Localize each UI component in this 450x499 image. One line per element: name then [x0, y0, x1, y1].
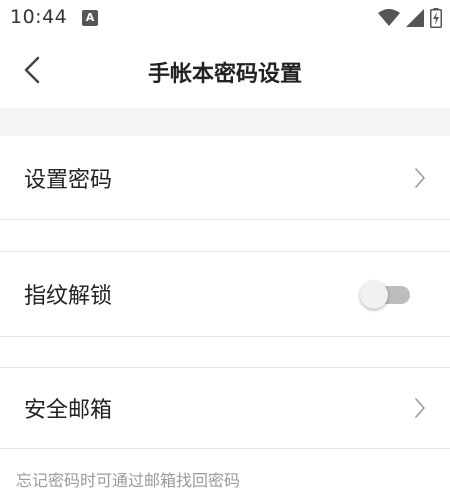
- fingerprint-unlock-row: 指纹解锁: [0, 252, 450, 336]
- section-gap: [0, 337, 450, 367]
- chevron-right-icon: [412, 396, 428, 420]
- status-time: 10:44: [10, 6, 68, 28]
- divider: [0, 448, 450, 449]
- email-hint-text: 忘记密码时可通过邮箱找回密码: [16, 471, 241, 490]
- set-password-row[interactable]: 设置密码: [0, 136, 450, 220]
- fingerprint-unlock-toggle[interactable]: [360, 279, 410, 309]
- battery-charging-icon: [430, 8, 442, 28]
- toggle-thumb: [360, 281, 388, 309]
- fingerprint-unlock-label: 指纹解锁: [24, 284, 113, 309]
- section-gap: [0, 220, 450, 251]
- security-email-row[interactable]: 安全邮箱: [0, 368, 450, 448]
- set-password-label: 设置密码: [24, 168, 113, 193]
- status-bar: 10:44 A: [0, 0, 450, 36]
- status-icons: [378, 8, 442, 28]
- notification-app-icon: A: [82, 10, 98, 26]
- section-gap: [0, 108, 450, 136]
- wifi-icon: [378, 9, 400, 26]
- signal-icon: [406, 9, 424, 27]
- chevron-right-icon: [412, 166, 428, 190]
- app-bar: 手帐本密码设置: [0, 36, 450, 108]
- security-email-label: 安全邮箱: [24, 398, 113, 423]
- page-title: 手帐本密码设置: [147, 62, 302, 87]
